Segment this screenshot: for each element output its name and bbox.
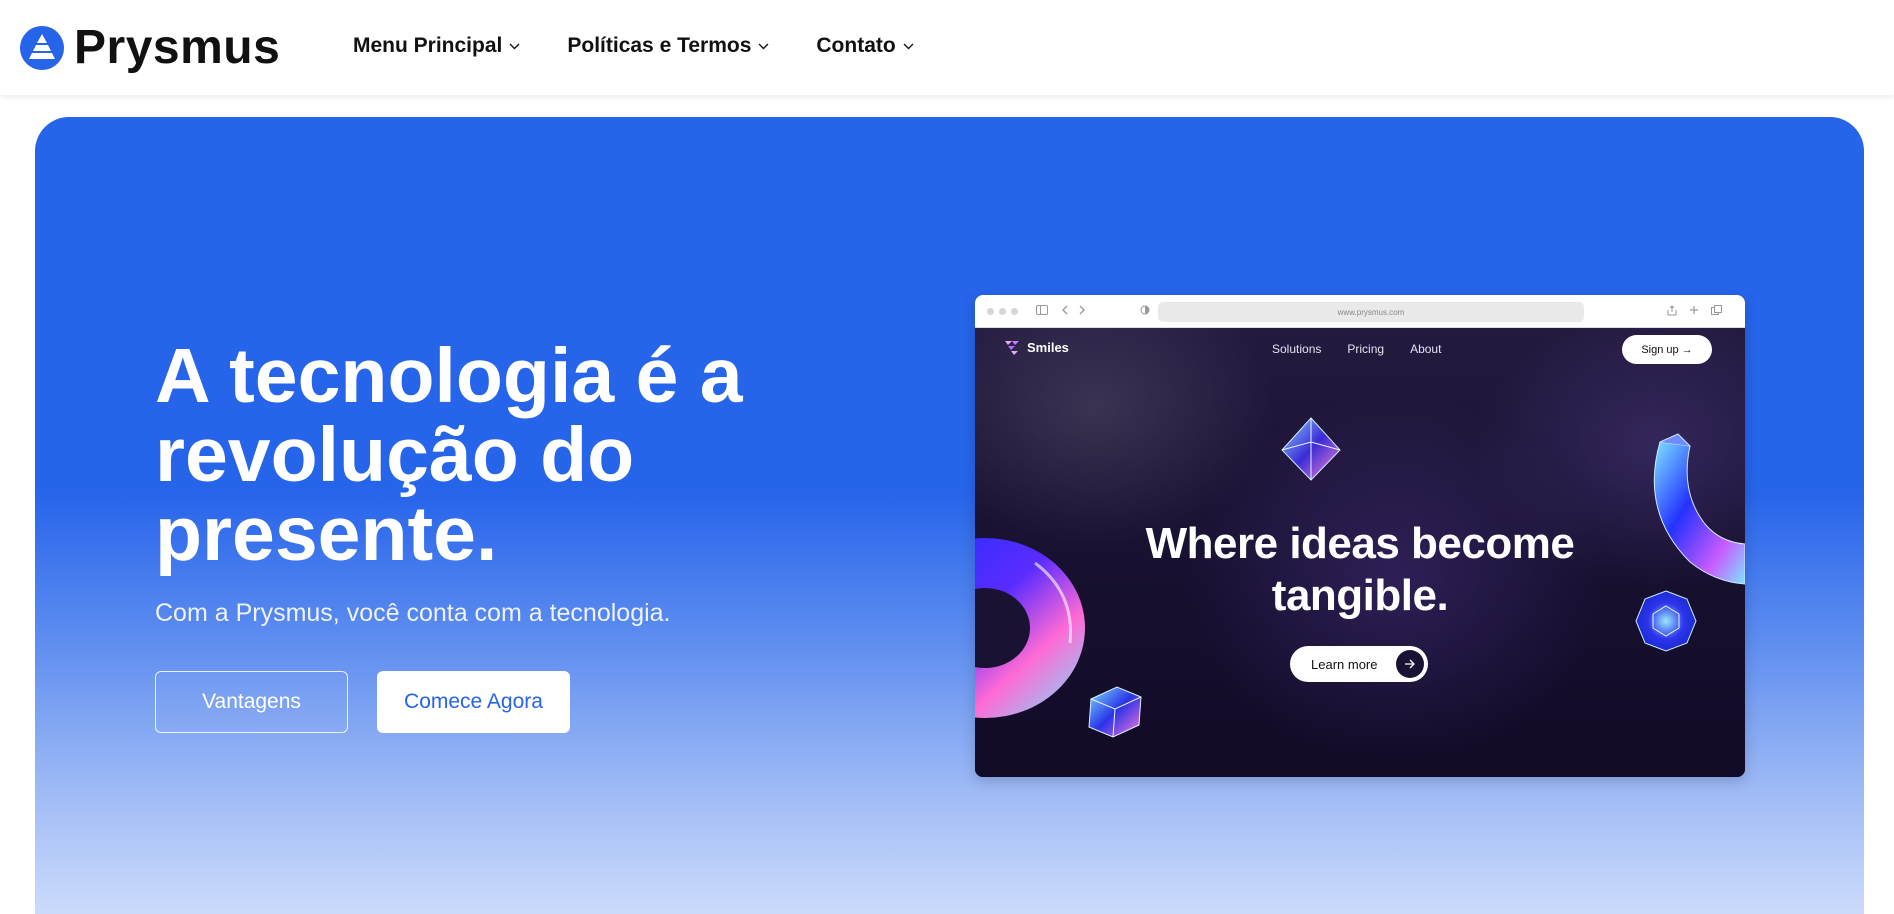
mockup-signup-button: Sign up → [1622, 335, 1712, 364]
nav-menu-principal[interactable]: Menu Principal [353, 34, 520, 58]
mockup-headline: Where ideas become tangible. [1145, 519, 1575, 620]
website-preview-mockup: www.prysmus.com Smiles Solutions Pricing… [975, 295, 1745, 777]
glass-cube-graphic [1088, 686, 1142, 738]
mockup-page: Smiles Solutions Pricing About Sign up → [975, 328, 1745, 777]
glass-torus-graphic [975, 538, 1085, 718]
privacy-shield-icon [1140, 305, 1150, 315]
smiles-brand-name: Smiles [1027, 340, 1069, 355]
hero-subtitle: Com a Prysmus, você conta com a tecnolog… [155, 599, 671, 627]
crystal-gem-graphic [1635, 590, 1697, 652]
window-controls [987, 308, 1023, 315]
mockup-nav-about: About [1410, 342, 1442, 356]
sidebar-icon [1036, 305, 1048, 315]
glass-arc-graphic [1653, 433, 1745, 585]
brand-name: Prysmus [74, 21, 281, 74]
smiles-logo-icon [1005, 340, 1019, 355]
comece-agora-button[interactable]: Comece Agora [377, 671, 570, 733]
arrow-right-icon [1396, 650, 1424, 678]
smiles-brand: Smiles [1005, 340, 1069, 355]
browser-toolbar: www.prysmus.com [975, 295, 1745, 328]
address-bar: www.prysmus.com [1158, 302, 1584, 322]
nav-label: Menu Principal [353, 34, 503, 57]
crystal-octahedron-graphic [1281, 417, 1341, 481]
nav-contato[interactable]: Contato [816, 34, 914, 58]
new-tab-icon [1690, 306, 1698, 314]
window-dot [999, 308, 1006, 315]
mockup-nav-pricing: Pricing [1347, 342, 1385, 356]
vantagens-button[interactable]: Vantagens [155, 671, 348, 733]
learn-more-label: Learn more [1311, 657, 1378, 672]
nav-politicas-termos[interactable]: Políticas e Termos [567, 34, 769, 58]
brand-logo-link[interactable]: Prysmus [20, 20, 280, 75]
site-header: Prysmus Menu Principal Políticas e Termo… [0, 0, 1894, 95]
nav-label: Contato [816, 34, 896, 57]
mockup-nav-solutions: Solutions [1272, 342, 1322, 356]
mockup-learn-more-button: Learn more [1290, 646, 1428, 682]
tabs-overview-icon [1711, 305, 1722, 315]
chevron-down-icon [903, 43, 914, 49]
chevron-down-icon [758, 43, 769, 49]
hero-title: A tecnologia é a revolução do presente. [155, 333, 743, 577]
window-dot [1011, 308, 1018, 315]
prism-logo-icon [20, 25, 64, 70]
main-nav: Menu Principal Políticas e Termos Contat… [353, 34, 961, 58]
mockup-nav: Solutions Pricing About [1272, 342, 1467, 356]
share-icon [1667, 305, 1677, 316]
chevron-down-icon [509, 43, 520, 49]
url-text: www.prysmus.com [1337, 307, 1405, 317]
hero-section: A tecnologia é a revolução do presente. … [35, 117, 1864, 914]
back-icon [1062, 305, 1068, 315]
window-dot [987, 308, 994, 315]
forward-icon [1079, 305, 1085, 315]
nav-label: Políticas e Termos [567, 34, 752, 57]
